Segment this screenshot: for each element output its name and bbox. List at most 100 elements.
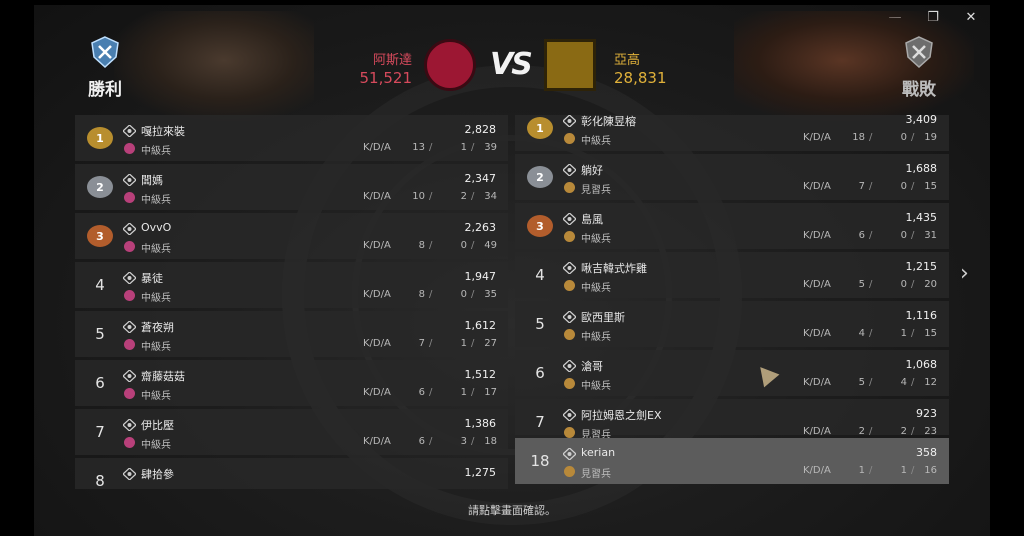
deaths: 1 — [460, 142, 467, 153]
deaths: 0 — [900, 181, 907, 192]
player-row[interactable]: 7 伊比壓 中級兵 1,386 K/D/A 6 / 3 / 18 — [75, 409, 508, 455]
assists: 34 — [484, 191, 497, 202]
kills: 7 — [418, 338, 425, 349]
player-score: 1,512 — [464, 368, 497, 381]
rank-tier-icon — [124, 388, 135, 399]
kda-label: K/D/A — [803, 377, 831, 388]
kda-separator: / — [429, 289, 433, 300]
assists: 15 — [924, 328, 937, 339]
kda-separator: / — [869, 279, 873, 290]
player-row[interactable]: 3 OvvO 中級兵 2,263 K/D/A 8 / 0 / 49 — [75, 213, 508, 259]
deaths: 0 — [460, 289, 467, 300]
rank-tier: 中級兵 — [581, 283, 611, 294]
kda-label: K/D/A — [363, 289, 391, 300]
player-name: 蒼夜朔 — [141, 321, 174, 334]
rank-medal-icon: 3 — [87, 225, 113, 247]
player-row[interactable]: 6 滄哥 中級兵 1,068 K/D/A 5 / 4 / 12 — [515, 350, 949, 396]
player-row[interactable]: 6 齋藤菇菇 中級兵 1,512 K/D/A 6 / 1 / 17 — [75, 360, 508, 406]
player-row[interactable]: 1 彰化陳昱榕 中級兵 3,409 K/D/A 18 / 0 / 19 — [515, 115, 949, 151]
class-icon — [123, 321, 136, 333]
victory-label: 勝利 — [88, 80, 122, 100]
player-name: OvvO — [141, 221, 172, 234]
kda-separator: / — [429, 338, 433, 349]
left-team-score: 51,521 — [359, 69, 413, 87]
kills: 2 — [858, 426, 865, 437]
class-icon — [123, 370, 136, 382]
winning-team-scoreboard: 1 嘎拉來裝 中級兵 2,828 K/D/A 13 / 1 / 39 2 闆媽 … — [75, 115, 508, 489]
rank: 5 — [535, 315, 545, 333]
rank: 6 — [95, 374, 105, 392]
assists: 27 — [484, 338, 497, 349]
player-row[interactable]: 4 暴徒 中級兵 1,947 K/D/A 8 / 0 / 35 — [75, 262, 508, 308]
kda-separator: / — [471, 387, 475, 398]
confirm-hint[interactable]: 請點擊畫面確認。 — [34, 502, 990, 518]
player-row[interactable]: 7 阿拉姆恩之劍EX 見習兵 923 K/D/A 2 / 2 / 23 — [515, 399, 949, 441]
player-name: 嘎拉來裝 — [141, 125, 185, 138]
rank: 7 — [95, 423, 105, 441]
deaths: 1 — [460, 338, 467, 349]
assists: 23 — [924, 426, 937, 437]
class-icon — [563, 262, 576, 274]
player-score: 1,947 — [464, 270, 497, 283]
player-name: 啾吉韓式炸雞 — [581, 262, 647, 275]
kda-separator: / — [429, 387, 433, 398]
rank: 3 — [527, 203, 553, 249]
class-icon — [123, 223, 136, 235]
rank-tier: 中級兵 — [141, 146, 171, 157]
player-name: 彰化陳昱榕 — [581, 115, 636, 128]
kda-separator: / — [869, 328, 873, 339]
kda-separator: / — [471, 142, 475, 153]
player-score: 1,275 — [464, 466, 497, 479]
kda-label: K/D/A — [803, 279, 831, 290]
losing-team-scoreboard: 1 彰化陳昱榕 中級兵 3,409 K/D/A 18 / 0 / 19 2 躺好… — [515, 115, 949, 489]
kda-separator: / — [429, 142, 433, 153]
kda-separator: / — [869, 230, 873, 241]
kda-separator: / — [471, 436, 475, 447]
class-icon — [563, 311, 576, 323]
kills: 10 — [412, 191, 425, 202]
player-row[interactable]: 5 歐西里斯 中級兵 1,116 K/D/A 4 / 1 / 15 — [515, 301, 949, 347]
rank-tier-icon — [564, 231, 575, 242]
deaths: 4 — [900, 377, 907, 388]
player-score: 1,688 — [905, 162, 938, 175]
player-name: 闆媽 — [141, 174, 163, 187]
player-score: 3,409 — [905, 115, 938, 126]
assists: 15 — [924, 181, 937, 192]
left-team-emblem-icon — [424, 39, 476, 91]
player-name: 齋藤菇菇 — [141, 370, 185, 383]
rank-tier: 中級兵 — [141, 342, 171, 353]
player-row[interactable]: 4 啾吉韓式炸雞 中級兵 1,215 K/D/A 5 / 0 / 20 — [515, 252, 949, 298]
assists: 16 — [924, 465, 937, 476]
kda-label: K/D/A — [803, 132, 831, 143]
deaths: 1 — [900, 465, 907, 476]
rank-tier-icon — [564, 466, 575, 477]
kda-label: K/D/A — [363, 191, 391, 202]
player-row[interactable]: 5 蒼夜朔 中級兵 1,612 K/D/A 7 / 1 / 27 — [75, 311, 508, 357]
player-row[interactable]: 8 肆拾參 1,275 K/D/A / / — [75, 458, 508, 489]
kills: 18 — [852, 132, 865, 143]
rank: 2 — [87, 164, 113, 210]
assists: 49 — [484, 240, 497, 251]
kda-separator: / — [869, 465, 873, 476]
player-row[interactable]: 1 嘎拉來裝 中級兵 2,828 K/D/A 13 / 1 / 39 — [75, 115, 508, 161]
rank-tier-icon — [564, 280, 575, 291]
rank-tier: 見習兵 — [581, 185, 611, 196]
match-result-window[interactable]: — ❐ ✕ 勝利 戰敗 阿斯達 51,521 VS 亞高 28,831 1 — [34, 5, 990, 536]
kda-separator: / — [911, 377, 915, 388]
player-row[interactable]: 2 躺好 見習兵 1,688 K/D/A 7 / 0 / 15 — [515, 154, 949, 200]
rank: 5 — [95, 325, 105, 343]
kda-separator: / — [471, 191, 475, 202]
rank-tier: 中級兵 — [581, 234, 611, 245]
kills: 8 — [418, 240, 425, 251]
rank-tier: 中級兵 — [141, 293, 171, 304]
kda-separator: / — [911, 426, 915, 437]
deaths: 0 — [460, 240, 467, 251]
player-score: 923 — [916, 407, 937, 420]
kda-separator: / — [911, 230, 915, 241]
player-row[interactable]: 2 闆媽 中級兵 2,347 K/D/A 10 / 2 / 34 — [75, 164, 508, 210]
kills: 6 — [418, 436, 425, 447]
self-player-row[interactable]: 18 kerian 見習兵 358 K/D/A 1 / 1 / 16 — [515, 438, 949, 484]
deaths: 3 — [460, 436, 467, 447]
next-page-arrow-icon[interactable]: › — [960, 261, 969, 286]
player-row[interactable]: 3 島風 中級兵 1,435 K/D/A 6 / 0 / 31 — [515, 203, 949, 249]
